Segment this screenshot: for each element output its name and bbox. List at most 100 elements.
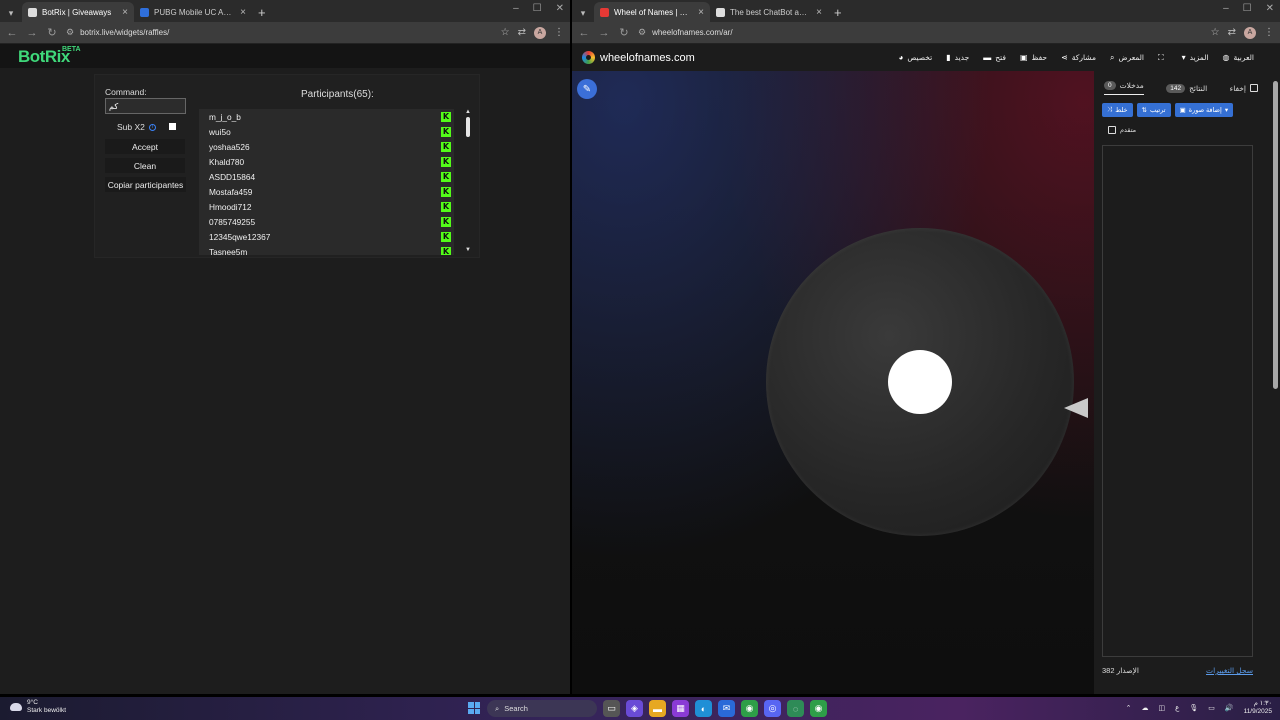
hide-checkbox[interactable] [1250,84,1258,92]
page-scrollbar[interactable] [1273,81,1278,389]
microphone-icon[interactable]: 🎙 [1189,704,1198,712]
mail-icon[interactable]: ✉ [718,700,735,717]
edit-pencil-icon[interactable]: ✎ [577,79,597,99]
accept-button[interactable]: Accept [105,139,185,154]
wheel-of-names-page: wheelofnames.com ◕ تخصيص ▮ جديد ▬ فتح ▣ حفظ ⋖ مشا… [572,44,1280,694]
menu-dots-icon[interactable]: ⋮ [554,27,564,38]
changelog-link[interactable]: سجل التغييرات [1206,666,1253,675]
clock[interactable]: ١:٣٠ م 11/9/2025 [1244,700,1272,716]
copy-participants-button[interactable]: Copiar participantes [105,177,186,192]
menu-dots-icon[interactable]: ⋮ [1264,27,1274,38]
tab-search-icon[interactable]: ▾ [576,4,590,22]
tab-pubg[interactable]: PUBG Mobile UC Australia | 10%... × [134,2,252,22]
advanced-checkbox[interactable] [1108,126,1116,134]
site-logo[interactable]: wheelofnames.com [582,51,695,64]
url-field[interactable]: ⚙ wheelofnames.com/ar/ [638,25,1203,41]
store-icon[interactable]: ▦ [672,700,689,717]
maximize-icon[interactable]: ☐ [533,3,542,14]
forward-icon[interactable]: → [598,27,610,39]
extensions-icon[interactable]: ⇄ [1228,27,1236,38]
advanced-toggle[interactable]: متقدم [1108,126,1136,134]
version-label: الإصدار 382 [1102,666,1139,675]
close-window-icon[interactable]: ✕ [1266,3,1274,14]
participants-list[interactable]: m_j_o_b Kwui5o Kyoshaa526 K Khald780 K ASDD158… [199,109,454,255]
spin-wheel[interactable] [766,228,1074,536]
tab-botrix[interactable]: BotRix | Giveaways × [22,2,134,22]
start-button[interactable] [468,702,480,714]
tab-results[interactable]: 142 النتائج [1166,83,1207,93]
bookmark-star-icon[interactable]: ☆ [501,27,510,38]
weather-widget[interactable]: 9°C Stark bewölkt [10,699,66,715]
profile-avatar[interactable]: A [1244,26,1256,39]
reload-icon[interactable]: ↻ [46,26,58,39]
scrollbar-thumb[interactable] [466,117,470,137]
monitor-icon[interactable]: ▭ [1208,704,1215,712]
new-tab-button[interactable]: + [252,2,272,22]
close-tab-icon[interactable]: × [816,7,822,18]
bookmark-star-icon[interactable]: ☆ [1211,27,1220,38]
command-input[interactable] [105,98,186,114]
url-field[interactable]: ⚙ botrix.live/widgets/raffles/ [66,25,493,41]
tab-entries[interactable]: 0 مدخلات [1104,81,1144,95]
shuffle-button[interactable]: ⤨ خلط [1102,103,1133,117]
url-text: botrix.live/widgets/raffles/ [80,28,170,37]
tab-botrix-chatbot[interactable]: The best ChatBot and Widgets × [710,2,828,22]
chrome-icon[interactable]: ◉ [741,700,758,717]
minimize-icon[interactable]: – [513,3,519,14]
edge-icon[interactable]: ◐ [695,700,712,717]
hide-toggle[interactable]: إخفاء [1230,84,1258,93]
wheel-center[interactable] [888,350,952,414]
tab-wheel-of-names[interactable]: Wheel of Names | اسم العشوائي × [594,2,710,22]
file-explorer-icon[interactable]: ▬ [649,700,666,717]
site-info-icon[interactable]: ⚙ [66,27,74,38]
chrome-profile-icon[interactable]: ◉ [810,700,827,717]
back-icon[interactable]: ← [6,27,18,39]
info-icon[interactable]: i [148,123,156,131]
chevron-up-icon[interactable]: ⌃ [1126,704,1132,712]
menu-item[interactable]: ⌕ المعرض [1110,53,1144,63]
site-info-icon[interactable]: ⚙ [638,27,646,38]
profile-avatar[interactable]: A [534,26,546,39]
menu-item[interactable]: ⋖ مشاركة [1061,53,1096,62]
menu-item[interactable]: ▬ فتح [983,53,1006,62]
botrix-page: BotRix BETA Command: Sub X2 i Accept Cle… [0,44,570,694]
menu-item[interactable]: ◍ العربية [1223,53,1254,62]
close-tab-icon[interactable]: × [240,7,246,18]
close-window-icon[interactable]: ✕ [556,3,564,14]
scroll-up-icon[interactable]: ▲ [465,109,471,115]
participant-name: Khald780 [209,156,245,167]
scroll-down-icon[interactable]: ▼ [465,247,471,253]
discord-icon[interactable]: ◎ [764,700,781,717]
kick-platform-icon: K [441,186,451,197]
tab-search-icon[interactable]: ▾ [4,4,18,22]
menu-item[interactable]: ▾ المزيد [1182,53,1209,62]
sub-x2-checkbox[interactable] [169,123,176,130]
taskbar-search[interactable]: ⌕ Search [487,700,597,717]
reload-icon[interactable]: ↻ [618,26,630,39]
onedrive-icon[interactable]: ☁ [1142,704,1149,712]
new-tab-button[interactable]: + [828,2,848,22]
sub-x2-row: Sub X2 i [117,122,156,132]
extensions-icon[interactable]: ⇄ [518,27,526,38]
close-tab-icon[interactable]: × [122,7,128,18]
camera-icon[interactable]: ◫ [1159,704,1166,712]
volume-icon[interactable]: 🔊 [1225,704,1234,712]
clean-button[interactable]: Clean [105,158,185,173]
menu-item[interactable]: ⛶ [1158,53,1168,63]
minimize-icon[interactable]: – [1223,3,1229,14]
maximize-icon[interactable]: ☐ [1243,3,1252,14]
language-indicator[interactable]: ع [1175,704,1179,712]
sort-button[interactable]: ⇅ ترتيب [1136,103,1171,117]
menu-item[interactable]: ◕ تخصيص [899,53,933,62]
entries-textarea[interactable] [1102,145,1253,657]
back-icon[interactable]: ← [578,27,590,39]
menu-item[interactable]: ▣ حفظ [1020,53,1047,62]
task-view-icon[interactable]: ▭ [603,700,620,717]
spotify-icon[interactable]: ◌ [787,700,804,717]
copilot-icon[interactable]: ◈ [626,700,643,717]
menu-item[interactable]: ▮ جديد [946,53,969,62]
kick-platform-icon: K [441,201,451,212]
add-image-button[interactable]: ▣ إضافة صورة ▾ [1174,103,1234,117]
forward-icon[interactable]: → [26,27,38,39]
close-tab-icon[interactable]: × [698,7,704,18]
